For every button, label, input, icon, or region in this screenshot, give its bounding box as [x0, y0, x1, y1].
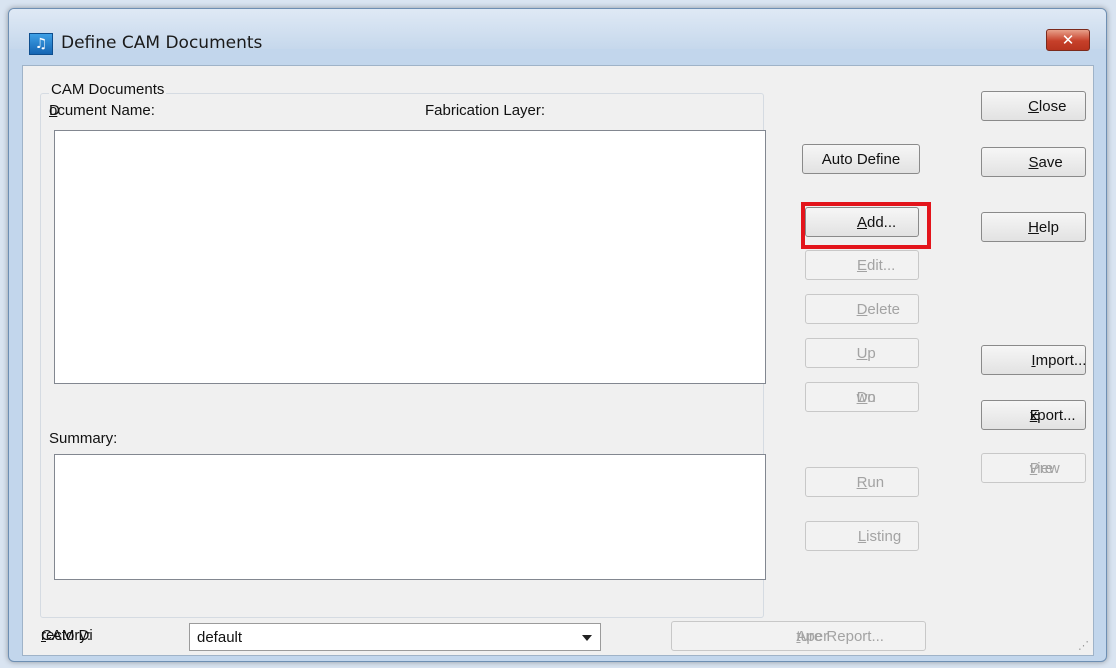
auto-define-button[interactable]: Auto Define — [802, 144, 920, 174]
summary-label: Summary: — [49, 430, 118, 447]
dialog-title: Define CAM Documents — [61, 33, 263, 53]
resize-grip-icon[interactable]: ⋰ — [1078, 639, 1089, 652]
import-button[interactable]: Import... — [981, 345, 1086, 375]
define-cam-documents-dialog: ♫ Define CAM Documents ✕ CAM Documents D… — [8, 8, 1107, 662]
down-button[interactable]: Do w n — [805, 382, 919, 412]
preview-button[interactable]: Pre v iew — [981, 453, 1086, 483]
up-button[interactable]: Up — [805, 338, 919, 368]
delete-button[interactable]: Delete — [805, 294, 919, 324]
title-bar: ♫ Define CAM Documents ✕ — [9, 9, 1106, 55]
dialog-body: CAM Documents Do cument Name: Fabrication… — [22, 65, 1094, 656]
fabrication-layer-label: Fabrication Layer: — [425, 102, 546, 119]
documents-list[interactable] — [54, 130, 766, 384]
summary-box[interactable] — [54, 454, 766, 580]
listing-button[interactable]: Listing — [805, 521, 919, 551]
cam-directory-select[interactable]: default — [189, 623, 601, 651]
cam-directory-label: CAM Di r ectory: — [41, 627, 93, 644]
help-button[interactable]: Help — [981, 212, 1086, 242]
chevron-down-icon[interactable] — [582, 635, 592, 641]
aperture-report-button[interactable]: Aper t ure Report... — [671, 621, 926, 651]
cam-directory-value: default — [197, 629, 243, 646]
save-button[interactable]: Save — [981, 147, 1086, 177]
close-icon[interactable]: ✕ — [1046, 29, 1090, 51]
highlight-box — [801, 202, 931, 249]
close-button[interactable]: Close — [981, 91, 1086, 121]
app-icon: ♫ — [29, 33, 53, 55]
edit-button[interactable]: Edit... — [805, 250, 919, 280]
document-name-label: Do cument Name: — [49, 102, 155, 119]
run-button[interactable]: Run — [805, 467, 919, 497]
export-button[interactable]: Ex port... — [981, 400, 1086, 430]
group-title: CAM Documents — [49, 81, 167, 98]
